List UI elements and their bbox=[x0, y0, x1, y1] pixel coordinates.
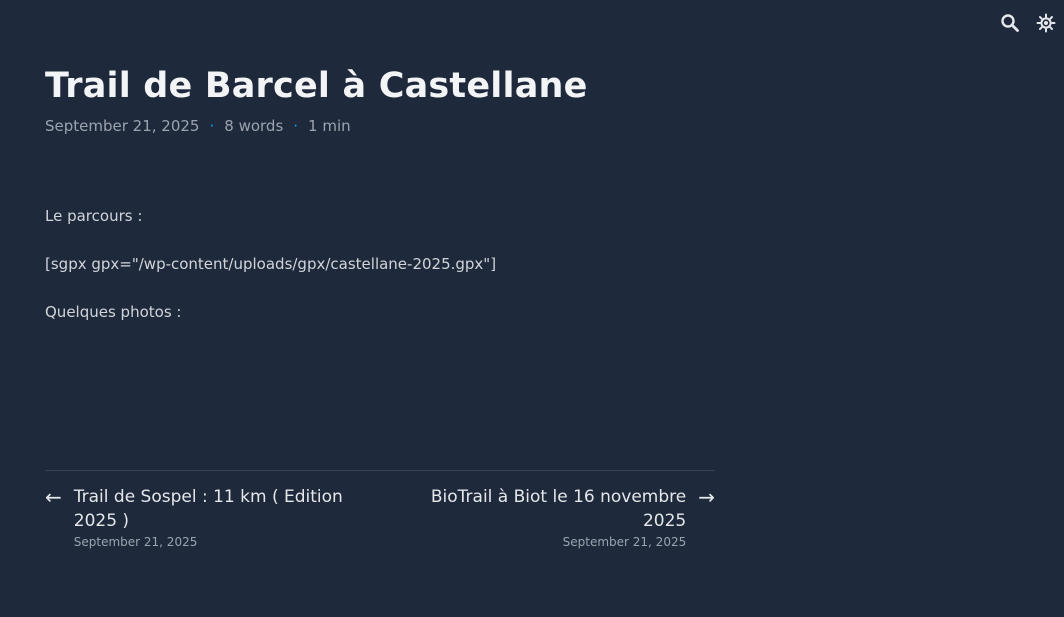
arrow-left-icon: ← bbox=[45, 485, 62, 509]
meta-separator: · bbox=[293, 117, 299, 135]
post-meta: September 21, 2025 · 8 words · 1 min bbox=[45, 117, 351, 135]
previous-post-link[interactable]: ← Trail de Sospel : 11 km ( Edition 2025… bbox=[45, 485, 365, 549]
paragraph: Quelques photos : bbox=[45, 303, 182, 321]
previous-post-date: September 21, 2025 bbox=[73, 535, 198, 549]
previous-post-text: Trail de Sospel : 11 km ( Edition 2025 )… bbox=[74, 485, 365, 549]
sun-icon bbox=[1036, 13, 1056, 33]
post-navigation: ← Trail de Sospel : 11 km ( Edition 2025… bbox=[45, 485, 715, 555]
paragraph: [sgpx gpx="/wp-content/uploads/gpx/caste… bbox=[45, 255, 497, 273]
page-title: Trail de Barcel à Castellane bbox=[45, 66, 588, 106]
meta-separator: · bbox=[209, 117, 215, 135]
paragraph: Le parcours : bbox=[45, 207, 143, 225]
reading-time: 1 min bbox=[308, 117, 351, 135]
search-icon bbox=[1001, 14, 1019, 32]
search-button[interactable] bbox=[992, 5, 1028, 41]
arrow-right-icon: → bbox=[698, 485, 715, 509]
previous-post-title: Trail de Sospel : 11 km ( Edition 2025 ) bbox=[73, 487, 343, 531]
top-bar bbox=[992, 0, 1064, 46]
next-post-title: BioTrail à Biot le 16 novembre 2025 bbox=[430, 487, 687, 531]
next-post-link[interactable]: BioTrail à Biot le 16 novembre 2025 Sept… bbox=[425, 485, 715, 549]
post-date: September 21, 2025 bbox=[45, 117, 200, 135]
theme-toggle-button[interactable] bbox=[1028, 5, 1064, 41]
next-post-date: September 21, 2025 bbox=[562, 535, 687, 549]
next-post-text: BioTrail à Biot le 16 novembre 2025 Sept… bbox=[425, 485, 686, 549]
divider bbox=[45, 470, 715, 471]
word-count: 8 words bbox=[224, 117, 284, 135]
